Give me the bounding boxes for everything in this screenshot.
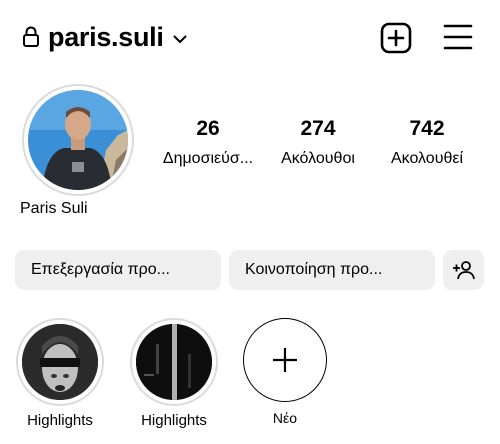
- highlight-cover-image: [136, 324, 212, 400]
- highlight-label: Highlights: [141, 412, 207, 429]
- following-stat[interactable]: 742 Ακολουθεί: [372, 116, 482, 170]
- followers-stat[interactable]: 274 Ακόλουθοι: [263, 116, 373, 170]
- highlight-item[interactable]: Highlights: [15, 318, 105, 429]
- display-name: Paris Suli: [20, 200, 88, 217]
- discover-people-button[interactable]: [443, 250, 484, 290]
- new-highlight-label: Νέο: [272, 410, 298, 426]
- lock-icon: [23, 26, 39, 47]
- account-switcher[interactable]: paris.suli: [48, 20, 188, 54]
- chevron-down-icon: [172, 35, 187, 44]
- highlight-item[interactable]: Highlights: [129, 318, 219, 429]
- hamburger-menu-icon[interactable]: [443, 22, 473, 52]
- new-highlight-button[interactable]: Νέο: [240, 318, 330, 426]
- followers-count: 274: [300, 117, 336, 140]
- avatar[interactable]: [22, 84, 134, 196]
- add-person-icon: [452, 261, 475, 280]
- following-count: 742: [409, 117, 445, 140]
- username: paris.suli: [48, 22, 164, 52]
- posts-label: Δημοσιεύσ...: [162, 150, 254, 167]
- new-highlight-ring: [243, 318, 327, 402]
- following-label: Ακολουθεί: [390, 150, 464, 167]
- edit-profile-button[interactable]: Επεξεργασία προ...: [15, 250, 221, 290]
- highlight-cover-ring: [130, 318, 218, 406]
- share-profile-button[interactable]: Κοινοποίηση προ...: [229, 250, 435, 290]
- plus-icon: [273, 348, 297, 372]
- profile-photo: [28, 90, 128, 190]
- followers-label: Ακόλουθοι: [281, 150, 355, 167]
- highlight-cover-image: [22, 324, 98, 400]
- posts-count: 26: [196, 117, 220, 140]
- highlight-cover-ring: [16, 318, 104, 406]
- new-post-button[interactable]: [380, 22, 412, 54]
- profile-header: paris.suli: [0, 0, 500, 74]
- highlight-label: Highlights: [27, 412, 93, 429]
- posts-stat[interactable]: 26 Δημοσιεύσ...: [153, 116, 263, 170]
